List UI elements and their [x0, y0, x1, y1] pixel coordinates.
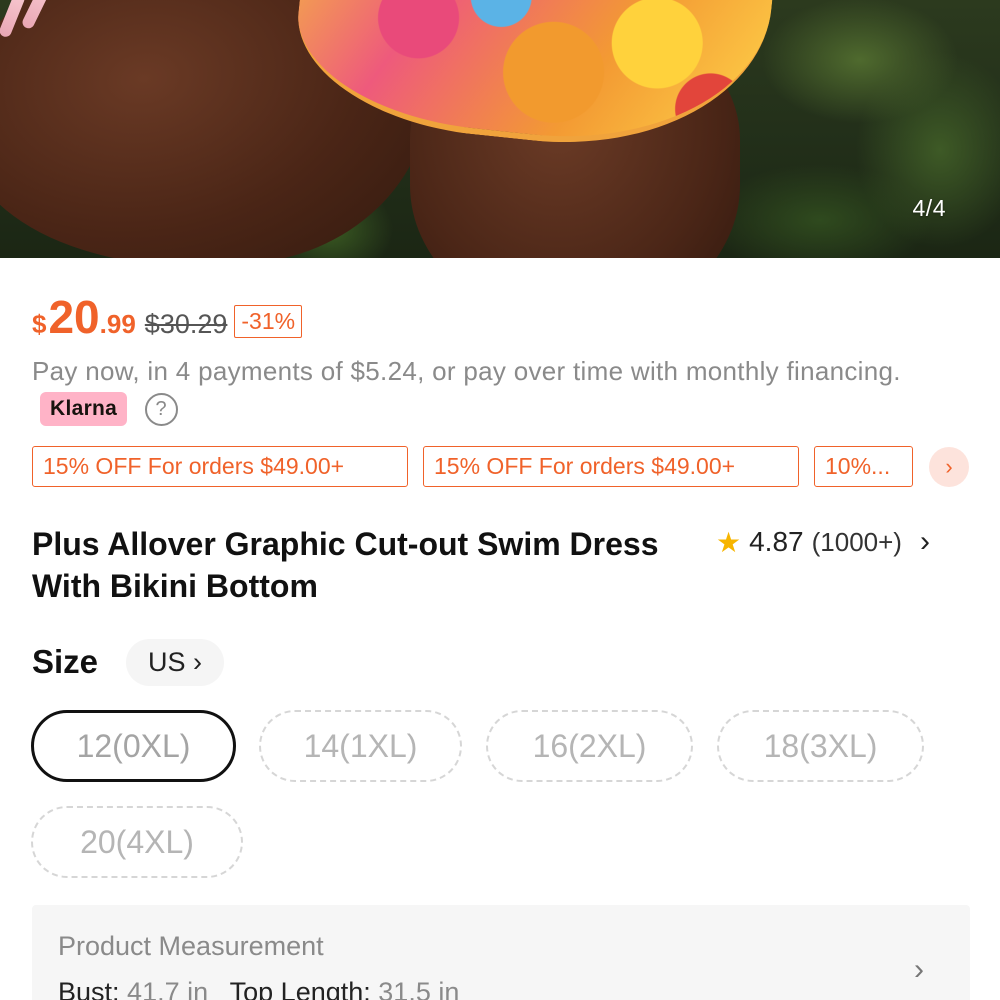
coupon-strip: 15% OFF For orders $49.00+ 15% OFF For o… [32, 446, 972, 488]
image-counter: 4/4 [912, 195, 946, 221]
rating-score: 4.87 [749, 526, 804, 557]
top-length-label: Top Length: [229, 977, 371, 1000]
product-title: Plus Allover Graphic Cut-out Swim Dress … [32, 526, 659, 604]
chevron-right-icon[interactable]: › [929, 447, 969, 487]
chevron-right-icon[interactable]: › [920, 525, 930, 559]
price-row: $ 20 .99 $30.29 -31% [32, 290, 303, 346]
coupon-badge[interactable]: 15% OFF For orders $49.00+ [423, 446, 799, 487]
price-decimal: .99 [99, 309, 136, 339]
star-icon: ★ [716, 526, 742, 558]
size-option[interactable]: 18(3XL) [717, 710, 924, 782]
product-image-gallery[interactable]: 4/4 [0, 0, 1000, 258]
bust-value: 41.7 in [127, 977, 209, 1000]
coupon-badge[interactable]: 10%... [814, 446, 913, 487]
size-option[interactable]: 16(2XL) [486, 710, 693, 782]
size-heading: Size [32, 643, 99, 680]
size-option[interactable]: 14(1XL) [259, 710, 462, 782]
chevron-right-icon[interactable]: › [914, 953, 924, 987]
model-hand-nails [0, 0, 60, 60]
measurement-title: Product Measurement [58, 931, 324, 961]
klarna-badge[interactable]: Klarna [40, 392, 128, 427]
rating-count: (1000+) [811, 526, 902, 557]
top-length-value: 31.5 in [378, 977, 460, 1000]
installment-info: Pay now, in 4 payments of $5.24, or pay … [32, 352, 932, 428]
installment-text: Pay now, in 4 payments of $5.24, or pay … [32, 356, 901, 386]
bust-label: Bust: [58, 977, 120, 1000]
size-unit-selector[interactable]: US › [126, 639, 224, 686]
discount-badge: -31% [234, 305, 303, 338]
price-currency: $ [32, 309, 47, 339]
measurement-values: Bust: 41.7 in Top Length: 31.5 in [58, 977, 459, 1000]
rating-summary[interactable]: ★ 4.87 (1000+) › [716, 524, 930, 560]
size-option[interactable]: 12(0XL) [31, 710, 236, 782]
price-integer: 20 [48, 291, 100, 343]
product-measurement-panel[interactable]: Product Measurement Bust: 41.7 in Top Le… [32, 905, 970, 1000]
size-option[interactable]: 20(4XL) [31, 806, 243, 878]
help-icon[interactable]: ? [144, 392, 178, 426]
coupon-badge[interactable]: 15% OFF For orders $49.00+ [32, 446, 408, 487]
original-price: $30.29 [144, 309, 228, 339]
